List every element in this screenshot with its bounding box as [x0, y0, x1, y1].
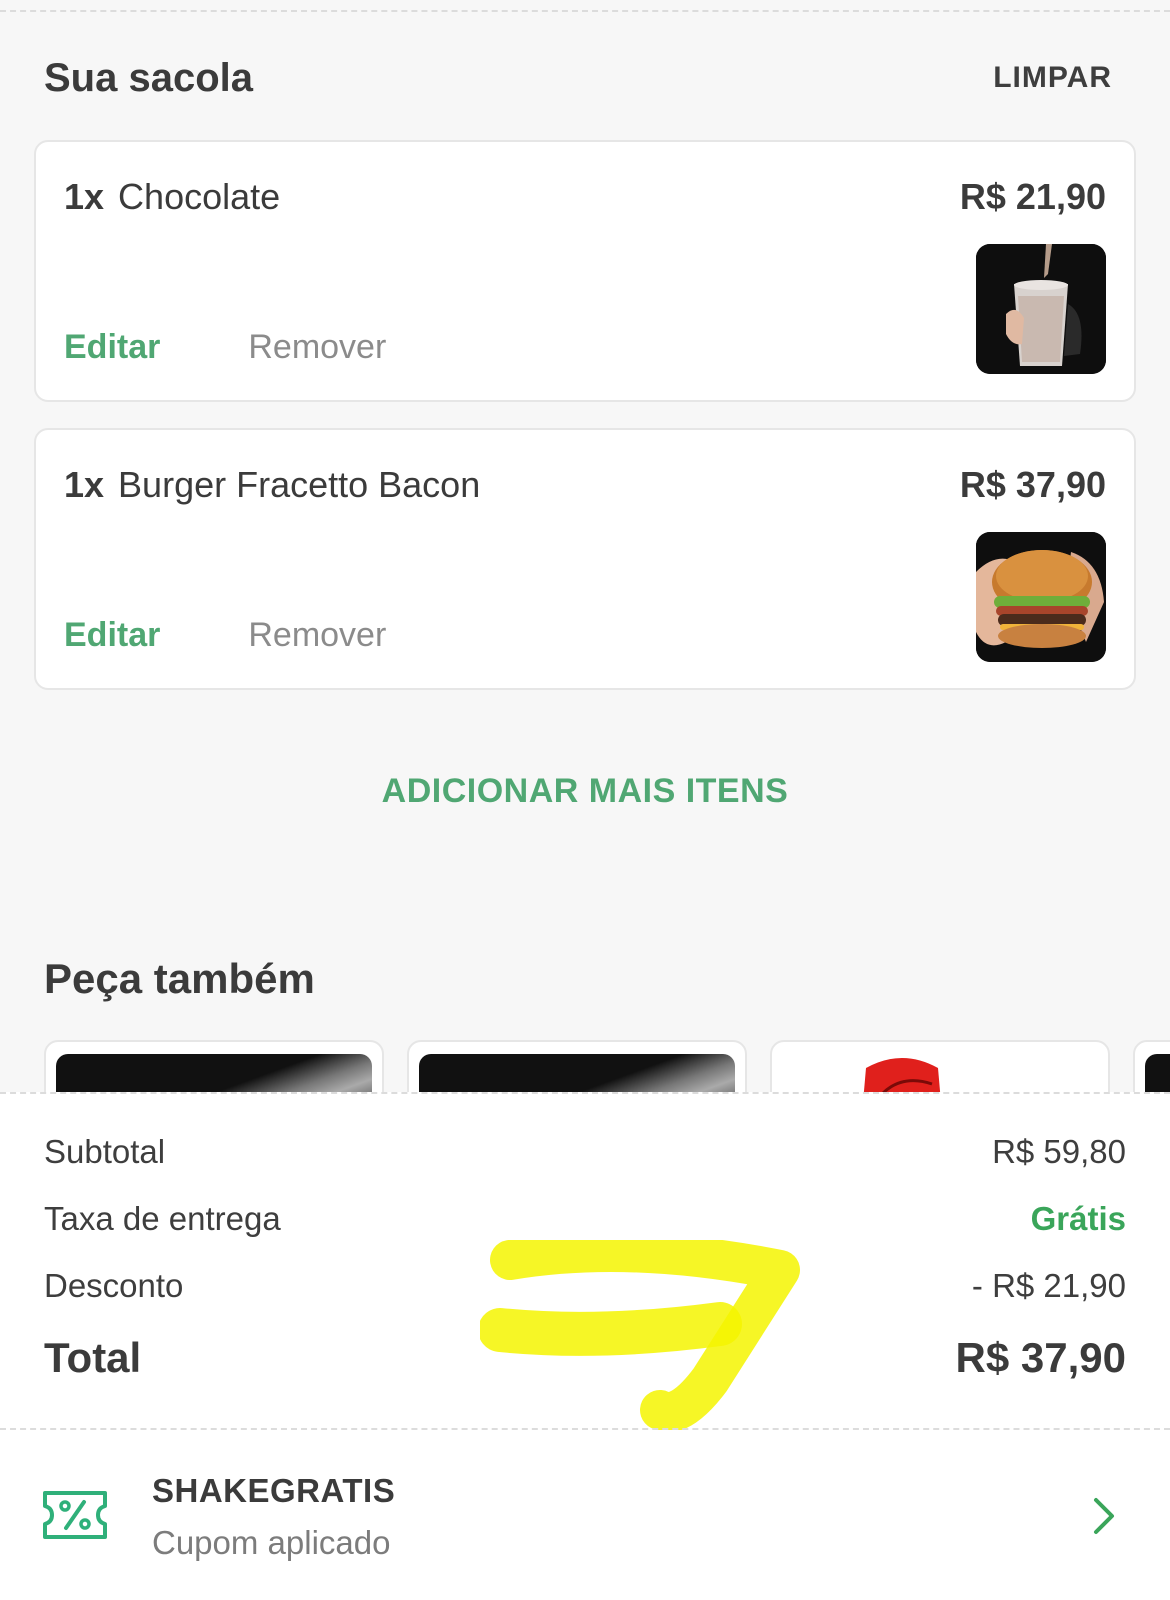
discount-label: Desconto: [44, 1267, 184, 1304]
item-price: R$ 21,90: [959, 176, 1106, 217]
top-divider: [0, 10, 1170, 12]
item-image: [976, 244, 1106, 374]
clear-bag-button[interactable]: LIMPAR: [993, 61, 1112, 95]
edit-item-button[interactable]: Editar: [64, 616, 160, 655]
item-image: [976, 532, 1106, 662]
bag-header: Sua sacola LIMPAR: [44, 48, 1112, 108]
applied-coupon-row[interactable]: SHAKEGRATIS Cupom aplicado: [0, 1432, 1170, 1600]
item-actions: Editar Remover: [64, 616, 386, 655]
discount-value: - R$ 21,90: [971, 1267, 1126, 1304]
coupon-ticket-icon: [42, 1490, 108, 1545]
coupon-status: Cupom aplicado: [152, 1524, 391, 1561]
item-name: Burger Fracetto Bacon: [118, 464, 481, 505]
page-title: Sua sacola: [44, 55, 254, 100]
item-actions: Editar Remover: [64, 328, 386, 367]
remove-item-button[interactable]: Remover: [248, 616, 386, 655]
coupon-divider: [0, 1428, 1170, 1430]
subtotal-value: R$ 59,80: [992, 1133, 1126, 1170]
cart-item-card: 1x Chocolate R$ 21,90 Editar Remover: [34, 140, 1136, 402]
add-more-items-button[interactable]: ADICIONAR MAIS ITENS: [0, 772, 1170, 811]
item-quantity: 1x: [64, 464, 105, 505]
suggestion-card[interactable]: [770, 1040, 1110, 1092]
total-label: Total: [44, 1334, 142, 1381]
delivery-fee-value: Grátis: [1030, 1200, 1126, 1237]
delivery-fee-row: Taxa de entrega Grátis: [44, 1200, 1126, 1238]
item-name: Chocolate: [118, 176, 281, 217]
suggestion-card[interactable]: [407, 1040, 747, 1092]
suggestion-card[interactable]: [44, 1040, 384, 1092]
subtotal-label: Subtotal: [44, 1133, 166, 1170]
suggestion-image: [419, 1054, 735, 1092]
suggestion-image: [1145, 1054, 1170, 1092]
suggestions-carousel[interactable]: [0, 1036, 1170, 1092]
delivery-fee-label: Taxa de entrega: [44, 1200, 281, 1237]
total-row: Total R$ 37,90: [44, 1334, 1126, 1382]
coupon-code: SHAKEGRATIS: [152, 1472, 396, 1509]
total-value: R$ 37,90: [955, 1334, 1126, 1381]
suggestions-title: Peça também: [44, 955, 315, 1002]
discount-row: Desconto - R$ 21,90: [44, 1267, 1126, 1305]
subtotal-row: Subtotal R$ 59,80: [44, 1133, 1126, 1171]
item-price: R$ 37,90: [959, 464, 1106, 505]
item-title: 1x Burger Fracetto Bacon: [64, 464, 480, 506]
cart-item-card: 1x Burger Fracetto Bacon R$ 37,90 Editar …: [34, 428, 1136, 690]
remove-item-button[interactable]: Remover: [248, 328, 386, 367]
suggestion-image: [782, 1054, 1098, 1092]
chevron-right-icon[interactable]: [1092, 1496, 1116, 1541]
suggestion-card[interactable]: [1133, 1040, 1170, 1092]
item-title: 1x Chocolate: [64, 176, 280, 218]
item-quantity: 1x: [64, 176, 105, 217]
suggestion-image: [56, 1054, 372, 1092]
edit-item-button[interactable]: Editar: [64, 328, 160, 367]
